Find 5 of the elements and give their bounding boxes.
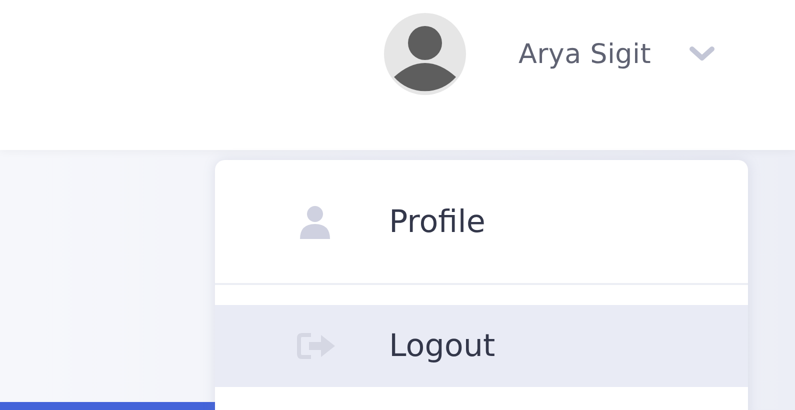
user-name[interactable]: Arya Sigit — [518, 38, 651, 70]
user-icon — [297, 204, 333, 238]
menu-item[interactable]: Profile — [215, 160, 748, 283]
avatar-icon[interactable] — [384, 13, 466, 95]
menu-item[interactable]: Logout — [215, 305, 748, 387]
